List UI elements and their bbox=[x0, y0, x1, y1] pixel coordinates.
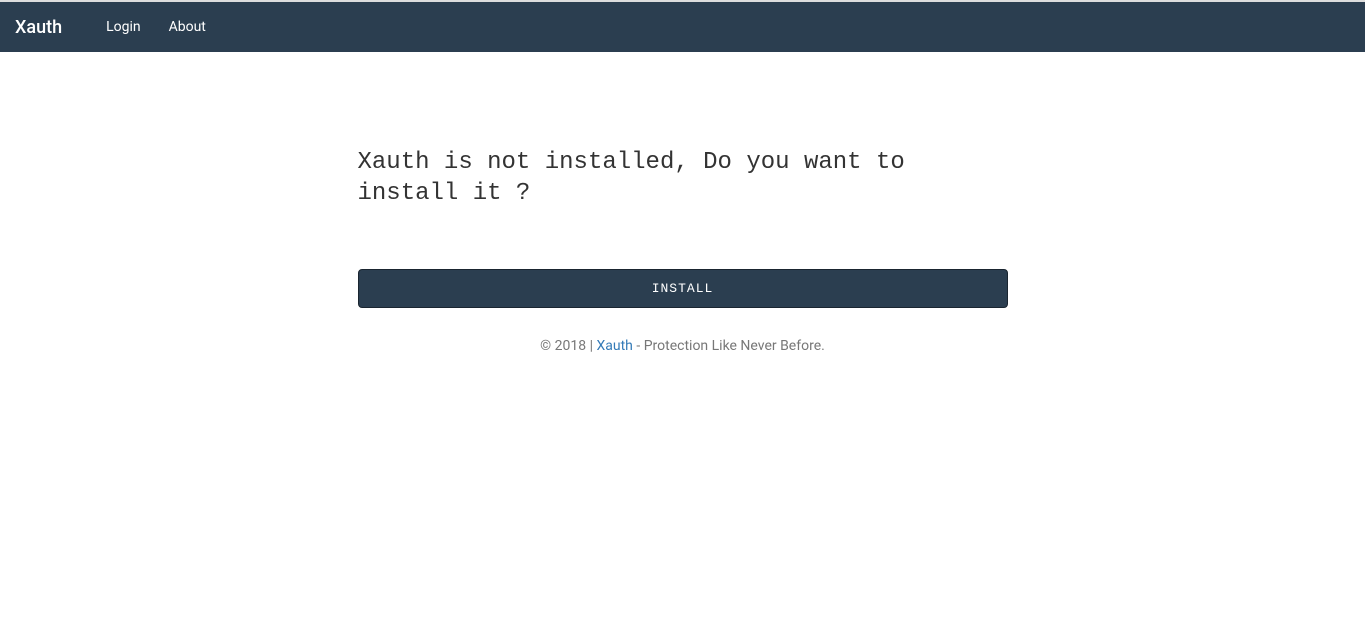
footer-brand-link[interactable]: Xauth bbox=[596, 338, 632, 354]
footer-tagline: - Protection Like Never Before. bbox=[633, 338, 825, 354]
nav-login[interactable]: Login bbox=[92, 19, 155, 35]
navbar: Xauth Login About bbox=[0, 2, 1365, 52]
install-message: Xauth is not installed, Do you want to i… bbox=[358, 147, 1008, 209]
brand-link[interactable]: Xauth bbox=[15, 17, 77, 38]
install-button[interactable]: INSTALL bbox=[358, 269, 1008, 308]
footer-copyright: © 2018 | bbox=[540, 338, 596, 354]
nav-about[interactable]: About bbox=[155, 19, 220, 35]
footer: © 2018 | Xauth - Protection Like Never B… bbox=[358, 338, 1008, 354]
main-container: Xauth is not installed, Do you want to i… bbox=[343, 147, 1023, 354]
